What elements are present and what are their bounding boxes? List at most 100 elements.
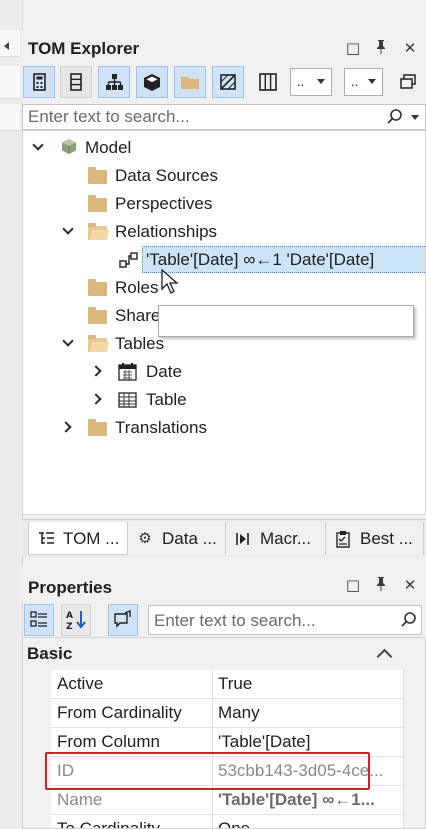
toolbar-combo-2[interactable]: ..: [344, 68, 383, 96]
macro-icon: [234, 530, 252, 548]
tree-node-perspectives[interactable]: Perspectives: [115, 191, 212, 217]
scroll-arrow-icon[interactable]: [4, 42, 9, 50]
highlight-box: [45, 752, 370, 790]
property-row[interactable]: To Cardinality One: [23, 815, 403, 829]
columns-icon[interactable]: [60, 66, 92, 98]
folder-icon: [88, 167, 107, 184]
pin-icon[interactable]: [372, 39, 390, 57]
tom-explorer-header: TOM Explorer □ ✕: [22, 30, 426, 64]
hierarchy-icon[interactable]: [98, 66, 130, 98]
chevron-right-icon[interactable]: [60, 421, 72, 433]
property-row-name[interactable]: Name 'Table'[Date] ∞←1...: [23, 786, 403, 815]
tree-node-data-sources[interactable]: Data Sources: [115, 163, 218, 189]
search-icon[interactable]: [387, 108, 403, 130]
tree-node-shared[interactable]: Share: [115, 303, 160, 329]
folder-icon: [88, 279, 107, 296]
tab-best-practice[interactable]: Best ...: [326, 522, 424, 555]
property-name: From Cardinality: [57, 703, 182, 722]
property-value[interactable]: 'Table'[Date] ∞←1...: [218, 786, 375, 814]
chevron-right-icon[interactable]: [90, 393, 102, 405]
tom-search-input[interactable]: Enter text to search...: [22, 104, 426, 130]
tree-node-table[interactable]: Table: [146, 387, 187, 413]
folder-icon: [88, 307, 107, 324]
tree-node-model[interactable]: Model: [85, 135, 131, 161]
tree-node-tables[interactable]: Tables: [115, 331, 164, 357]
tab-macros[interactable]: Macr...: [226, 522, 326, 555]
maximize-icon[interactable]: □: [344, 576, 362, 594]
calculator-icon[interactable]: [23, 66, 55, 98]
toolbar-combo-1[interactable]: ..: [290, 68, 332, 96]
adjacent-panel-strip: [0, 0, 23, 829]
svg-text:A: A: [66, 611, 73, 621]
tab-label: Best ...: [360, 529, 413, 548]
property-grid: Basic Active True From Cardinality Many …: [22, 637, 426, 829]
tab-label: Macr...: [260, 529, 312, 548]
tab-label: Data ...: [162, 529, 217, 548]
folder-open-icon: [88, 223, 107, 240]
folder-open-icon: [88, 335, 107, 352]
row-gutter: [23, 815, 51, 828]
cube-icon[interactable]: [136, 66, 168, 98]
chevron-down-icon[interactable]: [62, 223, 74, 235]
strip-segment: [0, 66, 20, 99]
chevron-up-icon[interactable]: [376, 648, 393, 665]
combo-value: ..: [351, 74, 359, 89]
table-icon: [118, 391, 137, 413]
categorized-view-icon[interactable]: [24, 604, 54, 636]
combo-value: ..: [297, 74, 305, 89]
row-gutter: [23, 699, 51, 728]
explorer-tab-strip: TOM ... ⚙ Data ... Macr... Best ...: [22, 519, 426, 557]
search-icon[interactable]: [401, 611, 417, 633]
tab-data-refresh[interactable]: ⚙ Data ...: [128, 522, 226, 555]
property-pages-icon[interactable]: [108, 604, 138, 636]
close-icon[interactable]: ✕: [401, 576, 419, 594]
tree-node-translations[interactable]: Translations: [115, 415, 207, 441]
date-table-icon: [118, 363, 137, 385]
strip-segment: [0, 104, 20, 131]
model-icon: [60, 138, 78, 160]
windows-icon[interactable]: [398, 72, 418, 92]
close-icon[interactable]: ✕: [401, 39, 419, 57]
tree-list-icon: [37, 530, 55, 548]
properties-scrollbar[interactable]: [403, 670, 425, 828]
chevron-right-icon[interactable]: [90, 365, 102, 377]
tree-node-roles[interactable]: Roles: [115, 275, 158, 301]
properties-title: Properties: [28, 578, 113, 597]
property-value[interactable]: Many: [218, 699, 260, 727]
tab-label: TOM ...: [63, 529, 120, 548]
row-gutter: [23, 670, 51, 699]
chevron-down-icon: [317, 79, 325, 84]
chevron-down-icon: [368, 79, 376, 84]
search-placeholder: Enter text to search...: [28, 107, 190, 126]
properties-search-input[interactable]: Enter text to search...: [148, 605, 422, 635]
maximize-icon[interactable]: □: [344, 39, 362, 57]
filter-icon[interactable]: [212, 66, 244, 98]
mouse-cursor-icon: [161, 268, 181, 299]
property-name: Active: [57, 674, 104, 693]
property-value[interactable]: One: [218, 815, 250, 828]
tab-tom-explorer[interactable]: TOM ...: [28, 522, 128, 555]
category-label: Basic: [27, 644, 73, 663]
category-header-basic[interactable]: Basic: [23, 638, 425, 670]
property-name: Name: [57, 790, 103, 809]
column-divider: [212, 699, 213, 728]
svg-text:Z: Z: [66, 622, 73, 632]
relationship-tooltip: [158, 305, 414, 337]
chevron-down-icon[interactable]: [32, 139, 44, 151]
column-layout-icon[interactable]: [252, 66, 284, 98]
property-value[interactable]: True: [218, 670, 252, 698]
pin-icon[interactable]: [372, 576, 390, 594]
property-row[interactable]: From Cardinality Many: [23, 699, 403, 728]
property-row[interactable]: Active True: [23, 670, 403, 699]
relationship-icon: [119, 251, 139, 273]
tree-node-date-table[interactable]: Date: [146, 359, 182, 385]
chevron-down-icon[interactable]: [411, 115, 419, 120]
chevron-down-icon[interactable]: [62, 335, 74, 347]
clipboard-icon: [334, 530, 352, 548]
folder-icon[interactable]: [174, 66, 206, 98]
property-name: To Cardinality: [57, 819, 160, 829]
sort-az-icon[interactable]: AZ: [61, 604, 91, 636]
panel-title: TOM Explorer: [28, 39, 140, 58]
tree-node-relationships[interactable]: Relationships: [115, 219, 217, 245]
gears-icon: ⚙: [138, 530, 152, 547]
